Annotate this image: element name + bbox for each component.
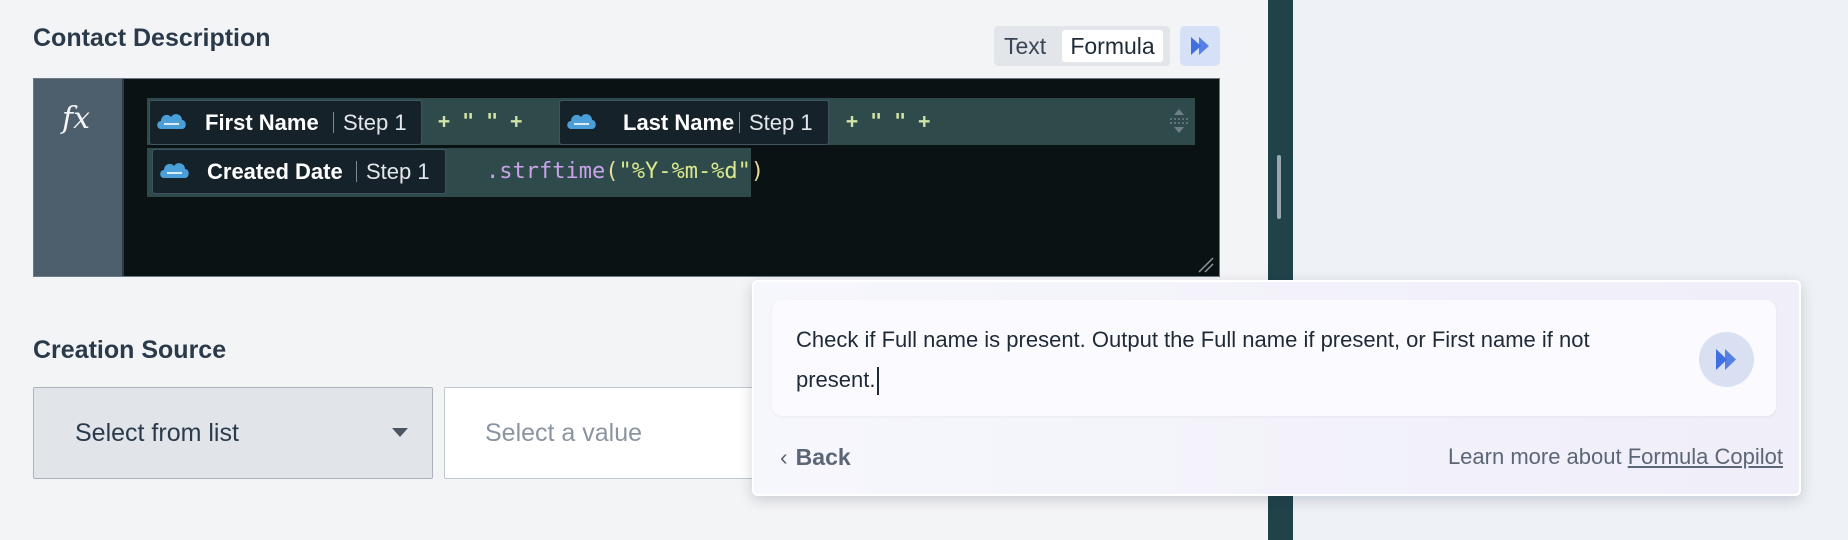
code-paren-open: ( — [605, 159, 619, 184]
formula-copilot-popup: Check if Full name is present. Output th… — [752, 280, 1801, 496]
chip-field-label: Last Name — [623, 110, 735, 135]
contact-description-label: Contact Description — [33, 24, 271, 52]
prompt-value: Check if Full name is present. Output th… — [796, 327, 1590, 392]
scrollbar-thumb[interactable] — [1277, 155, 1281, 219]
chip-field-label: Created Date — [207, 159, 343, 184]
operator-text: + " " + — [438, 109, 523, 133]
source-type-select[interactable]: Select from list — [33, 387, 433, 479]
code-paren-close: ) — [750, 159, 765, 184]
formula-code: .strftime("%Y-%m-%d") — [486, 154, 764, 190]
chip-field-label: First Name — [205, 110, 319, 135]
text-cursor — [876, 367, 879, 396]
chip-step-label: Step 1 — [343, 110, 407, 135]
back-button[interactable]: ‹ Back — [780, 442, 851, 472]
formula-copilot-link[interactable]: Formula Copilot — [1628, 444, 1783, 469]
fx-icon: fx — [62, 101, 91, 136]
chevron-down-icon — [392, 428, 408, 437]
text-mode-tab[interactable]: Text — [1000, 30, 1050, 62]
resize-handle-icon[interactable] — [1197, 256, 1215, 274]
select-label: Select from list — [75, 419, 239, 447]
code-string: "%Y-%m-%d" — [618, 159, 751, 184]
copilot-send-icon — [1716, 349, 1736, 370]
fx-gutter: fx — [34, 79, 124, 276]
copilot-submit-button[interactable] — [1699, 332, 1754, 387]
salesforce-icon — [567, 114, 596, 129]
code-method: .strftime — [486, 159, 606, 184]
formula-mode-tab[interactable]: Formula — [1062, 30, 1163, 62]
first-name-chip[interactable]: First Name Step 1 — [149, 100, 422, 145]
salesforce-icon — [157, 114, 186, 129]
chevron-left-icon: ‹ — [780, 444, 788, 470]
chip-separator — [333, 112, 334, 133]
salesforce-icon — [160, 163, 189, 178]
operator-text: + " " + — [846, 109, 931, 133]
creation-source-label: Creation Source — [33, 336, 227, 364]
chip-separator — [739, 112, 740, 133]
copilot-prompt-input[interactable]: Check if Full name is present. Output th… — [772, 300, 1776, 416]
chip-step-label: Step 1 — [749, 110, 813, 135]
learn-more-text: Learn more about Formula Copilot — [1448, 442, 1783, 472]
drag-handle-icon[interactable] — [1167, 107, 1191, 135]
prompt-text: Check if Full name is present. Output th… — [796, 320, 1656, 400]
text-formula-toggle: Text Formula — [994, 26, 1170, 66]
last-name-chip[interactable]: Last Name Step 1 — [559, 100, 829, 145]
formula-copilot-button[interactable] — [1180, 26, 1220, 66]
learn-prefix: Learn more about — [1447, 444, 1628, 469]
chip-step-label: Step 1 — [366, 159, 430, 184]
created-date-chip[interactable]: Created Date Step 1 — [152, 149, 446, 194]
copilot-icon — [1191, 37, 1209, 55]
chip-separator — [356, 161, 357, 182]
formula-editor[interactable]: fx First Name Step 1 + " " + Last Name S… — [33, 78, 1220, 277]
back-label: Back — [795, 444, 851, 470]
value-placeholder: Select a value — [485, 419, 643, 447]
